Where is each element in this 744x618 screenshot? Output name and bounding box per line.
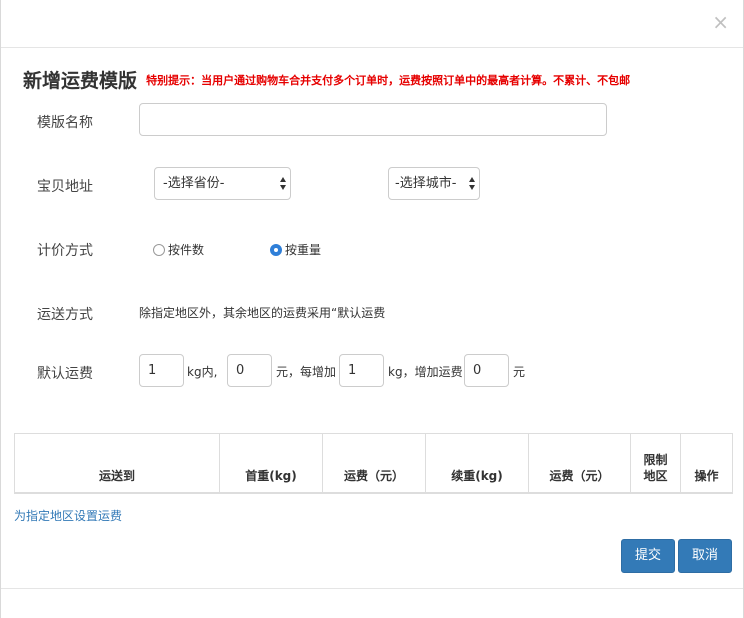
page-title: 新增运费模版 [23, 70, 138, 92]
template-name-input[interactable] [139, 103, 607, 136]
radio-checked-icon [270, 243, 282, 256]
special-notice: 特别提示：当用户通过购物车合并支付多个订单时，运费按照订单中的最高者计算。不累计… [146, 73, 631, 87]
title-row: 新增运费模版 特别提示：当用户通过购物车合并支付多个订单时，运费按照订单中的最高… [23, 66, 630, 93]
set-region-fee-link[interactable]: 为指定地区设置运费 [14, 507, 122, 524]
pricing-label: 计价方式 [37, 243, 93, 259]
modal-header: × [1, 0, 743, 48]
shipping-label: 运送方式 [37, 307, 93, 323]
shipping-description: 除指定地区外，其余地区的运费采用“默认运费 [139, 306, 386, 320]
city-select[interactable]: -选择城市- [388, 167, 480, 200]
template-name-label: 模版名称 [37, 115, 93, 131]
first-weight-unit: kg内, [187, 365, 218, 379]
cancel-button[interactable]: 取消 [678, 539, 732, 573]
col-destination: 运送到 [14, 433, 220, 494]
pricing-by-weight-radio[interactable]: 按重量 [270, 241, 321, 258]
default-fee-label: 默认运费 [37, 366, 93, 382]
additional-fee-input[interactable] [464, 354, 509, 387]
city-select-value: -选择城市- [395, 176, 457, 191]
radio-unchecked-icon [153, 243, 165, 256]
col-additional-weight: 续重(kg) [425, 433, 529, 494]
first-weight-input[interactable] [139, 354, 184, 387]
col-first-weight: 首重(kg) [219, 433, 323, 494]
province-select-value: -选择省份- [163, 176, 225, 191]
province-select[interactable]: -选择省份- [154, 167, 291, 200]
footer-divider [1, 588, 743, 589]
close-icon[interactable]: × [712, 12, 729, 32]
shipping-template-modal: × 新增运费模版 特别提示：当用户通过购物车合并支付多个订单时，运费按照订单中的… [0, 0, 744, 618]
location-label: 宝贝地址 [37, 179, 93, 195]
col-first-fee: 运费（元） [322, 433, 426, 494]
col-restricted-region: 限制 地区 [630, 433, 681, 494]
additional-weight-unit: kg，增加运费 [388, 365, 463, 379]
first-fee-unit: 元，每增加 [276, 365, 337, 379]
table-header-row: 运送到 首重(kg) 运费（元） 续重(kg) 运费（元） 限制 地区 操作 [14, 433, 733, 494]
pricing-by-count-radio[interactable]: 按件数 [153, 241, 204, 258]
select-arrows-icon [280, 177, 286, 191]
shipping-rates-table: 运送到 首重(kg) 运费（元） 续重(kg) 运费（元） 限制 地区 操作 [14, 433, 733, 494]
additional-fee-unit: 元 [513, 365, 526, 379]
select-arrows-icon [469, 177, 475, 191]
pricing-by-count-label: 按件数 [168, 243, 205, 257]
submit-button[interactable]: 提交 [621, 539, 675, 573]
col-additional-fee: 运费（元） [528, 433, 631, 494]
pricing-by-weight-label: 按重量 [285, 243, 322, 257]
first-fee-input[interactable] [227, 354, 272, 387]
additional-weight-input[interactable] [339, 354, 384, 387]
col-actions: 操作 [680, 433, 733, 494]
